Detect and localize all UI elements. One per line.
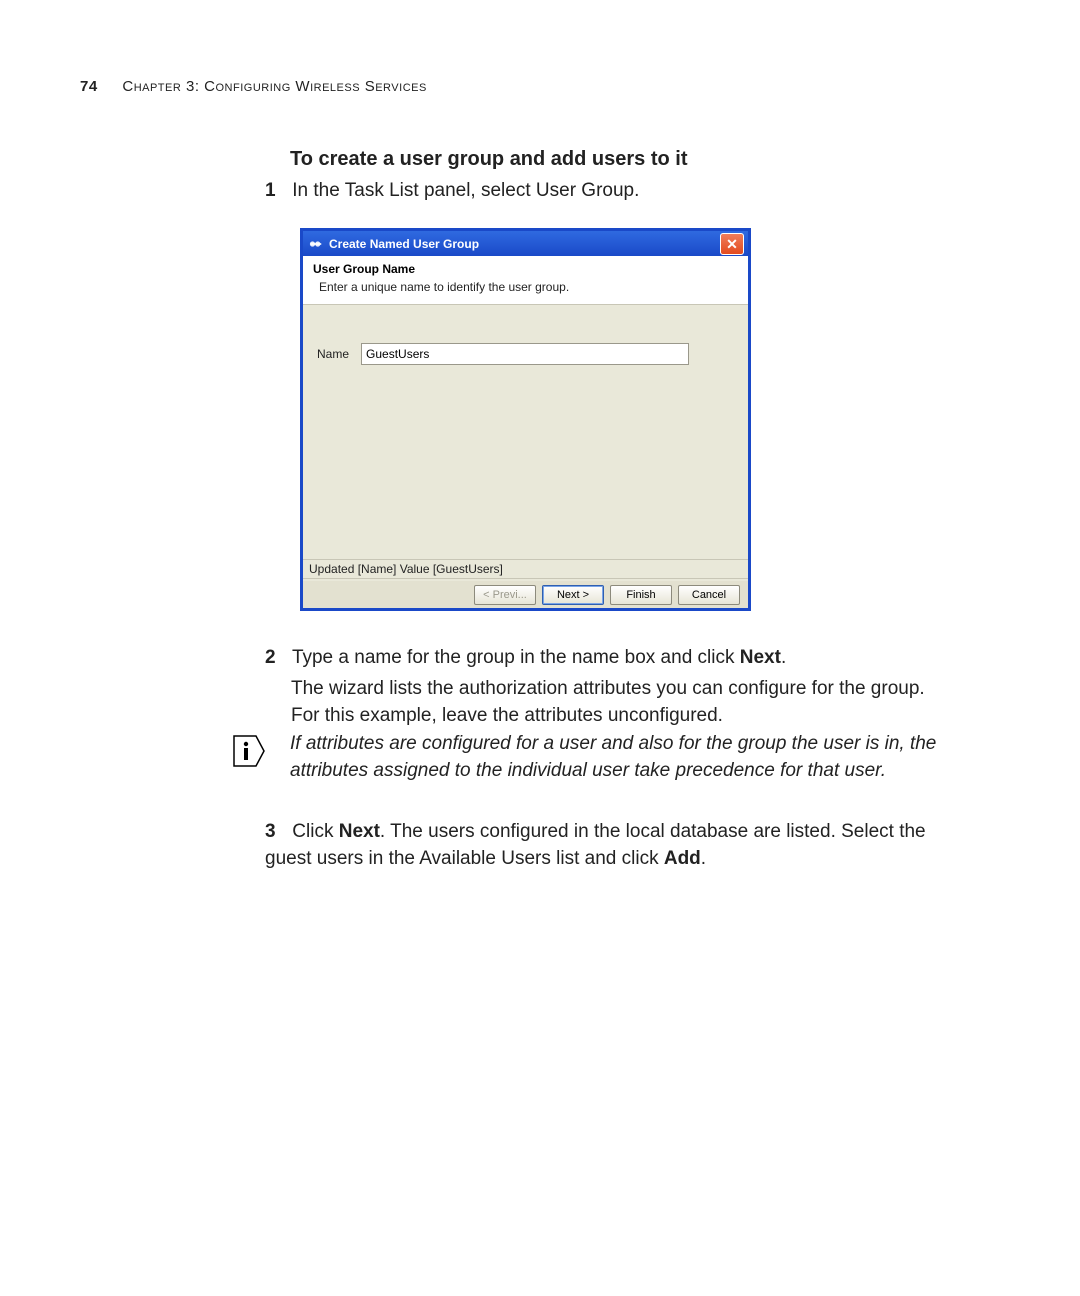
cancel-button[interactable]: Cancel: [678, 585, 740, 605]
name-field-label: Name: [317, 347, 349, 361]
dialog-button-bar: < Previ... Next > Finish Cancel: [303, 581, 748, 608]
step-text-c: .: [701, 848, 706, 869]
step-text-bold2: Add: [664, 848, 701, 869]
dialog-status-bar: Updated [Name] Value [GuestUsers]: [303, 559, 748, 579]
dialog-body: Name: [303, 305, 748, 537]
page-number: 74: [80, 78, 98, 95]
name-input[interactable]: [361, 343, 689, 365]
step-text-bold1: Next: [339, 821, 380, 842]
step-number: 2: [265, 644, 287, 671]
step-2-paragraph: The wizard lists the authorization attri…: [291, 675, 945, 729]
chapter-title: Chapter 3: Configuring Wireless Services: [122, 78, 426, 95]
step-3: 3 Click Next. The users configured in th…: [265, 818, 945, 872]
dialog-header-title: User Group Name: [313, 262, 738, 276]
step-number: 1: [265, 178, 287, 204]
dialog-title: Create Named User Group: [329, 237, 720, 251]
finish-button[interactable]: Finish: [610, 585, 672, 605]
previous-button: < Previ...: [474, 585, 536, 605]
dialog-header-panel: User Group Name Enter a unique name to i…: [303, 256, 748, 305]
name-field-row: Name: [317, 343, 734, 365]
step-number: 3: [265, 818, 287, 845]
section-heading: To create a user group and add users to …: [290, 148, 688, 171]
page-header: 74 Chapter 3: Configuring Wireless Servi…: [80, 78, 427, 95]
step-text-a: Click: [292, 821, 338, 842]
app-icon: [309, 238, 323, 250]
close-button[interactable]: ✕: [720, 233, 744, 255]
info-note: If attributes are configured for a user …: [290, 730, 940, 784]
create-user-group-dialog: Create Named User Group ✕ User Group Nam…: [300, 228, 751, 611]
dialog-header-subtitle: Enter a unique name to identify the user…: [319, 280, 738, 294]
step-text-bold: Next: [740, 647, 781, 668]
document-page: 74 Chapter 3: Configuring Wireless Servi…: [0, 0, 1080, 1296]
close-icon: ✕: [726, 237, 738, 251]
dialog-titlebar[interactable]: Create Named User Group ✕: [303, 231, 748, 256]
step-text: In the Task List panel, select User Grou…: [292, 180, 639, 201]
info-icon: [232, 734, 266, 768]
step-text-a: Type a name for the group in the name bo…: [292, 647, 740, 668]
next-button[interactable]: Next >: [542, 585, 604, 605]
step-2: 2 Type a name for the group in the name …: [265, 644, 945, 729]
step-text-b: .: [781, 647, 786, 668]
step-1: 1 In the Task List panel, select User Gr…: [265, 178, 639, 204]
